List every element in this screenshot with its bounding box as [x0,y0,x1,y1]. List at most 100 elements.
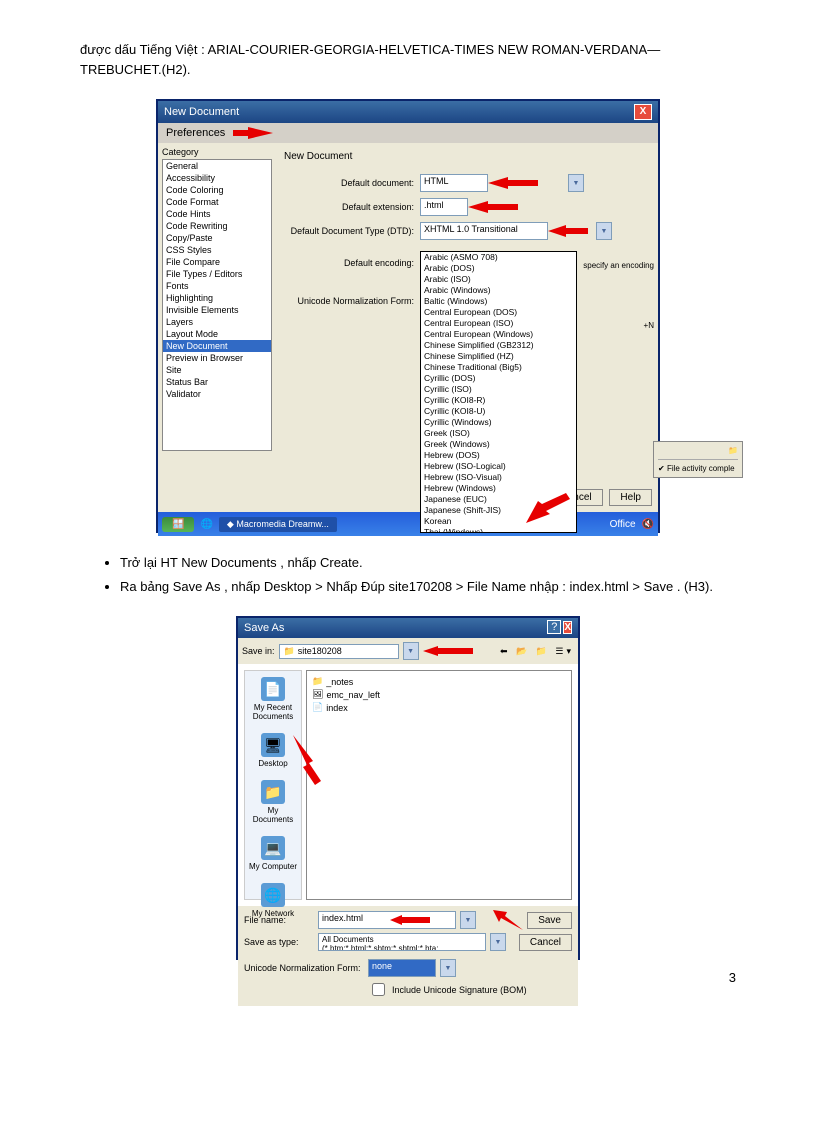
category-label: Category [162,147,272,157]
encoding-item[interactable]: Hebrew (ISO-Visual) [421,472,576,483]
quick-launch[interactable]: 🌐 [200,519,212,530]
place-item[interactable]: 📄My Recent Documents [245,671,301,727]
unicode-norm-input[interactable]: none [368,959,436,977]
red-arrow-icon [390,915,430,925]
tray-icon[interactable]: 🔇 [642,519,654,530]
bom-label: Include Unicode Signature (BOM) [392,985,527,995]
unicode-norm-label: Unicode Normalization Form: [244,963,364,973]
default-ext-input[interactable]: .html [420,198,468,216]
savetype-input[interactable]: All Documents (*.htm;*.html;*.shtm;*.sht… [318,933,486,951]
dropdown-icon[interactable]: ▼ [403,642,419,660]
saveas-title: Save As [244,622,284,634]
category-item[interactable]: New Document [163,340,271,352]
intro-text: được dấu Tiếng Việt : ARIAL-COURIER-GEOR… [80,40,736,79]
dropdown-icon[interactable]: ▼ [596,222,612,240]
saveas-screenshot: Save As ?X Save in: 📁site180208 ▼ ⬅ 📂 📁 … [236,616,580,960]
category-item[interactable]: Site [163,364,271,376]
encoding-item[interactable]: Cyrillic (KOI8-R) [421,395,576,406]
category-list[interactable]: GeneralAccessibilityCode ColoringCode Fo… [162,159,272,451]
dropdown-icon[interactable]: ▼ [460,911,476,929]
file-item[interactable]: 🖼emc_nav_left [311,688,567,701]
dropdown-icon[interactable]: ▼ [568,174,584,192]
category-item[interactable]: Copy/Paste [163,232,271,244]
panel-title: New Document [284,151,650,162]
encoding-item[interactable]: Arabic (ISO) [421,274,576,285]
file-list[interactable]: 📁_notes🖼emc_nav_left📄index [306,670,572,900]
category-item[interactable]: Fonts [163,280,271,292]
encoding-item[interactable]: Thai (Windows) [421,527,576,533]
start-button[interactable]: 🪟 [162,517,194,532]
category-item[interactable]: Layers [163,316,271,328]
bom-checkbox[interactable] [372,983,385,996]
category-item[interactable]: Preview in Browser [163,352,271,364]
category-item[interactable]: Code Coloring [163,184,271,196]
encoding-item[interactable]: Baltic (Windows) [421,296,576,307]
dropdown-icon[interactable]: ▼ [490,933,506,951]
encoding-item[interactable]: Hebrew (ISO-Logical) [421,461,576,472]
category-item[interactable]: Layout Mode [163,328,271,340]
default-doc-input[interactable]: HTML [420,174,488,192]
dropdown-icon[interactable]: ▼ [440,959,456,977]
encoding-item[interactable]: Chinese Simplified (GB2312) [421,340,576,351]
red-arrow-icon [423,646,473,656]
file-item[interactable]: 📁_notes [311,675,567,688]
category-item[interactable]: File Types / Editors [163,268,271,280]
filename-label: File name: [244,915,314,925]
default-doc-label: Default document: [284,178,420,188]
place-item[interactable]: 💻My Computer [247,830,299,877]
prefs-title: Preferences [166,127,225,139]
office-label: Office [610,519,636,530]
category-item[interactable]: Validator [163,388,271,400]
category-item[interactable]: Code Rewriting [163,220,271,232]
place-item[interactable]: 🖥Desktop [256,727,289,774]
default-dtd-input[interactable]: XHTML 1.0 Transitional [420,222,548,240]
category-item[interactable]: Highlighting [163,292,271,304]
red-arrow-icon [548,225,588,237]
file-activity-panel: 📁 ✔ File activity comple [653,441,743,478]
encoding-item[interactable]: Greek (Windows) [421,439,576,450]
encoding-item[interactable]: Greek (ISO) [421,428,576,439]
category-item[interactable]: Status Bar [163,376,271,388]
inner-titlebar: New Document X [158,101,658,123]
encoding-item[interactable]: Central European (DOS) [421,307,576,318]
category-item[interactable]: Accessibility [163,172,271,184]
cancel-button[interactable]: Cancel [519,934,572,951]
saveas-bottom: File name: index.html▼ Save Save as type… [238,906,578,1006]
encoding-item[interactable]: Cyrillic (DOS) [421,373,576,384]
category-item[interactable]: Invisible Elements [163,304,271,316]
encoding-item[interactable]: Cyrillic (ISO) [421,384,576,395]
encoding-dropdown[interactable]: Arabic (ASMO 708)Arabic (DOS)Arabic (ISO… [420,251,577,533]
encoding-item[interactable]: Arabic (Windows) [421,285,576,296]
category-item[interactable]: Code Hints [163,208,271,220]
close-icon[interactable]: X [634,104,652,120]
encoding-item[interactable]: Central European (ISO) [421,318,576,329]
savein-dropdown[interactable]: 📁site180208 [279,644,399,659]
encoding-note: specify an encoding [583,261,654,270]
encoding-item[interactable]: Hebrew (DOS) [421,450,576,461]
save-button[interactable]: Save [527,912,572,929]
category-item[interactable]: Code Format [163,196,271,208]
category-item[interactable]: File Compare [163,256,271,268]
toolbar-icons[interactable]: ⬅ 📂 📁 ☰▾ [500,646,574,657]
help-icon[interactable]: ? [547,620,561,634]
taskbar-item[interactable]: ◆ Macromedia Dreamw... [219,517,337,532]
unicode-norm-label: Unicode Normalization Form: [284,296,420,306]
category-item[interactable]: CSS Styles [163,244,271,256]
encoding-item[interactable]: Chinese Traditional (Big5) [421,362,576,373]
close-icon[interactable]: X [563,621,572,634]
filename-input[interactable]: index.html [318,911,456,929]
shortcut-note: +N [644,321,654,330]
encoding-item[interactable]: Arabic (DOS) [421,263,576,274]
instruction-list: Trở lại HT New Documents , nhấp Create. … [80,553,736,596]
help-button[interactable]: Help [609,489,652,506]
encoding-item[interactable]: Cyrillic (KOI8-U) [421,406,576,417]
prefs-header: Preferences [158,123,658,143]
file-item[interactable]: 📄index [311,701,567,714]
category-panel: Category GeneralAccessibilityCode Colori… [158,143,276,483]
encoding-item[interactable]: Cyrillic (Windows) [421,417,576,428]
encoding-item[interactable]: Chinese Simplified (HZ) [421,351,576,362]
category-item[interactable]: General [163,160,271,172]
window-title: New Document [164,106,239,118]
encoding-item[interactable]: Central European (Windows) [421,329,576,340]
encoding-item[interactable]: Arabic (ASMO 708) [421,252,576,263]
